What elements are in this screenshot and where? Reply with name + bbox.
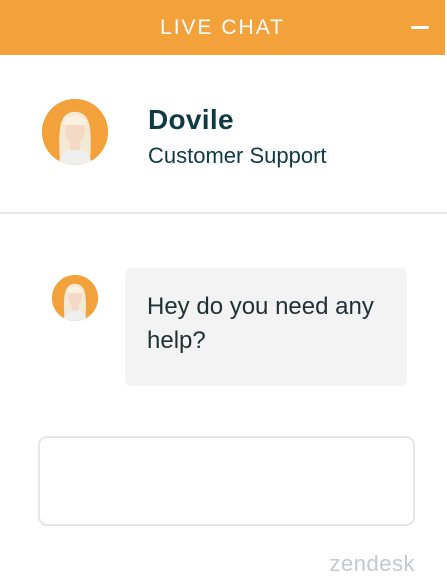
agent-avatar <box>42 99 108 165</box>
message-avatar <box>52 275 98 321</box>
header-divider <box>0 212 447 214</box>
agent-name: Dovile <box>148 104 234 135</box>
minimize-button[interactable] <box>409 18 431 36</box>
header-title: LIVE CHAT <box>160 15 285 39</box>
message-input[interactable] <box>38 436 415 526</box>
minus-icon <box>411 25 429 29</box>
agent-photo-icon <box>52 275 98 321</box>
message-bubble: Hey do you need any help? <box>125 268 407 386</box>
chat-header[interactable]: LIVE CHAT <box>0 0 445 55</box>
chat-widget: LIVE CHAT Dovile Customer Support Hey do… <box>0 0 447 578</box>
agent-photo-icon <box>42 99 108 165</box>
zendesk-branding[interactable]: zendesk <box>330 551 415 577</box>
agent-role: Customer Support <box>148 143 327 168</box>
